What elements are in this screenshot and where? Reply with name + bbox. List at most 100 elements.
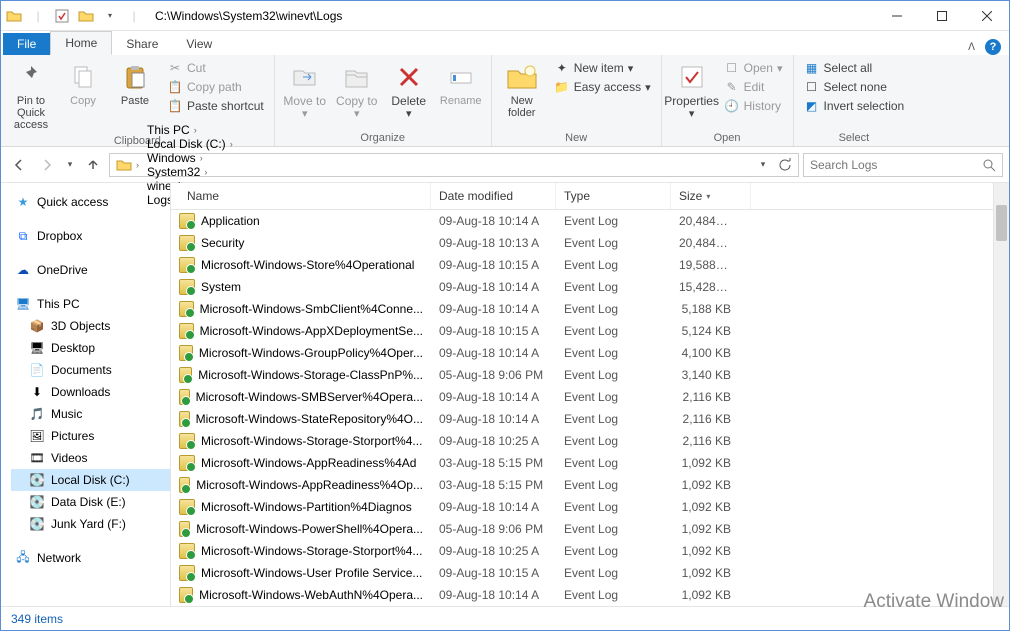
qat-properties[interactable]: [53, 7, 71, 25]
file-row[interactable]: Microsoft-Windows-StateRepository%4O... …: [171, 408, 993, 430]
help-icon[interactable]: ?: [985, 39, 1001, 55]
nav-onedrive[interactable]: ☁OneDrive: [11, 259, 170, 281]
vertical-scrollbar[interactable]: [993, 183, 1009, 606]
file-row[interactable]: Microsoft-Windows-AppReadiness%4Op... 03…: [171, 474, 993, 496]
search-input[interactable]: Search Logs: [803, 153, 1003, 177]
file-row[interactable]: Application 09-Aug-18 10:14 A Event Log …: [171, 210, 993, 232]
select-all-icon: ▦: [804, 60, 820, 76]
ribbon-collapse-icon[interactable]: ᐱ: [968, 42, 975, 53]
select-none-button[interactable]: ☐Select none: [800, 78, 909, 96]
forward-button[interactable]: [35, 153, 59, 177]
qat-folder[interactable]: [77, 7, 95, 25]
nav-item[interactable]: 📄Documents: [11, 359, 170, 381]
column-date[interactable]: Date modified: [431, 183, 556, 209]
delete-button[interactable]: Delete▾: [385, 59, 433, 122]
rename-button[interactable]: Rename: [437, 59, 485, 109]
nav-item[interactable]: 🎞Videos: [11, 447, 170, 469]
history-button[interactable]: 🕘History: [720, 97, 787, 115]
address-dropdown[interactable]: ▾: [752, 154, 774, 176]
properties-button[interactable]: Properties▾: [668, 59, 716, 122]
nav-item[interactable]: 🖼Pictures: [11, 425, 170, 447]
file-row[interactable]: Security 09-Aug-18 10:13 A Event Log 20,…: [171, 232, 993, 254]
file-row[interactable]: Microsoft-Windows-SmbClient%4Conne... 09…: [171, 298, 993, 320]
event-log-icon: [179, 257, 195, 273]
easy-access-button[interactable]: 📁Easy access ▾: [550, 78, 655, 96]
nav-item[interactable]: 💽Data Disk (E:): [11, 491, 170, 513]
rename-icon: [445, 61, 477, 93]
scrollbar-thumb[interactable]: [996, 205, 1007, 241]
copy-path-icon: 📋: [167, 79, 183, 95]
file-row[interactable]: Microsoft-Windows-AppXDeploymentSe... 09…: [171, 320, 993, 342]
tab-home[interactable]: Home: [50, 31, 112, 55]
new-item-button[interactable]: ✦New item ▾: [550, 59, 655, 77]
file-row[interactable]: Microsoft-Windows-Storage-Storport%4... …: [171, 430, 993, 452]
file-row[interactable]: Microsoft-Windows-AppReadiness%4Ad 03-Au…: [171, 452, 993, 474]
minimize-button[interactable]: [874, 1, 919, 30]
maximize-button[interactable]: [919, 1, 964, 30]
column-size[interactable]: Size▾: [671, 183, 751, 209]
nav-quick-access[interactable]: ★Quick access: [11, 191, 170, 213]
cut-button[interactable]: ✂Cut: [163, 59, 268, 77]
tab-view[interactable]: View: [172, 33, 226, 55]
file-row[interactable]: Microsoft-Windows-SMBServer%4Opera... 09…: [171, 386, 993, 408]
select-all-button[interactable]: ▦Select all: [800, 59, 909, 77]
column-type[interactable]: Type: [556, 183, 671, 209]
nav-item[interactable]: 💽Junk Yard (F:): [11, 513, 170, 535]
copy-button[interactable]: Copy: [59, 59, 107, 109]
open-button[interactable]: ☐Open ▾: [720, 59, 787, 77]
paste-shortcut-button[interactable]: 📋Paste shortcut: [163, 97, 268, 115]
back-button[interactable]: [7, 153, 31, 177]
tab-share[interactable]: Share: [112, 33, 172, 55]
file-row[interactable]: Microsoft-Windows-Storage-ClassPnP%... 0…: [171, 364, 993, 386]
breadcrumb[interactable]: System32 ›: [143, 165, 237, 179]
new-folder-button[interactable]: New folder: [498, 59, 546, 121]
file-row[interactable]: Microsoft-Windows-Store%4Operational 09-…: [171, 254, 993, 276]
nav-item[interactable]: 🖥Desktop: [11, 337, 170, 359]
nav-network[interactable]: 🖧Network: [11, 547, 170, 569]
folder-icon: 📦: [29, 318, 45, 334]
file-row[interactable]: Microsoft-Windows-GroupPolicy%4Oper... 0…: [171, 342, 993, 364]
sort-desc-icon: ▾: [706, 192, 710, 201]
breadcrumb[interactable]: Local Disk (C:) ›: [143, 137, 237, 151]
address-folder-icon[interactable]: ›: [112, 158, 143, 172]
folder-icon: 💽: [29, 516, 45, 532]
recent-locations-button[interactable]: ▾: [63, 153, 77, 177]
file-row[interactable]: Microsoft-Windows-Partition%4Diagnos 09-…: [171, 496, 993, 518]
nav-dropbox[interactable]: ⧉Dropbox: [11, 225, 170, 247]
breadcrumb[interactable]: This PC ›: [143, 123, 237, 137]
up-button[interactable]: [81, 153, 105, 177]
address-bar[interactable]: › This PC ›Local Disk (C:) ›Windows ›Sys…: [109, 153, 799, 177]
tab-file[interactable]: File: [3, 33, 50, 55]
file-row[interactable]: Microsoft-Windows-User Profile Service..…: [171, 562, 993, 584]
network-icon: 🖧: [15, 550, 31, 566]
event-log-icon: [179, 565, 195, 581]
folder-icon: 🖥: [29, 340, 45, 356]
file-row[interactable]: System 09-Aug-18 10:14 A Event Log 15,42…: [171, 276, 993, 298]
status-item-count: 349 items: [11, 612, 63, 626]
pin-to-quick-access-button[interactable]: Pin to Quick access: [7, 59, 55, 133]
invert-selection-button[interactable]: ◩Invert selection: [800, 97, 909, 115]
edit-button[interactable]: ✎Edit: [720, 78, 787, 96]
close-button[interactable]: [964, 1, 1009, 30]
column-name[interactable]: Name: [171, 183, 431, 209]
nav-this-pc[interactable]: 🖥This PC: [11, 293, 170, 315]
qat-dropdown[interactable]: ▾: [101, 7, 119, 25]
file-row[interactable]: Microsoft-Windows-WebAuthN%4Opera... 09-…: [171, 584, 993, 606]
file-row[interactable]: Microsoft-Windows-PowerShell%4Opera... 0…: [171, 518, 993, 540]
copy-to-icon: [341, 61, 373, 93]
event-log-icon: [179, 213, 195, 229]
group-new-label: New: [498, 130, 655, 144]
copy-path-button[interactable]: 📋Copy path: [163, 78, 268, 96]
refresh-button[interactable]: [774, 154, 796, 176]
move-to-button[interactable]: Move to ▾: [281, 59, 329, 122]
group-organize-label: Organize: [281, 130, 485, 144]
nav-item[interactable]: 💽Local Disk (C:): [11, 469, 170, 491]
file-row[interactable]: Microsoft-Windows-Storage-Storport%4... …: [171, 540, 993, 562]
new-item-icon: ✦: [554, 60, 570, 76]
nav-item[interactable]: 🎵Music: [11, 403, 170, 425]
nav-item[interactable]: ⬇Downloads: [11, 381, 170, 403]
paste-button[interactable]: Paste: [111, 59, 159, 109]
nav-item[interactable]: 📦3D Objects: [11, 315, 170, 337]
copy-to-button[interactable]: Copy to ▾: [333, 59, 381, 122]
breadcrumb[interactable]: Windows ›: [143, 151, 237, 165]
